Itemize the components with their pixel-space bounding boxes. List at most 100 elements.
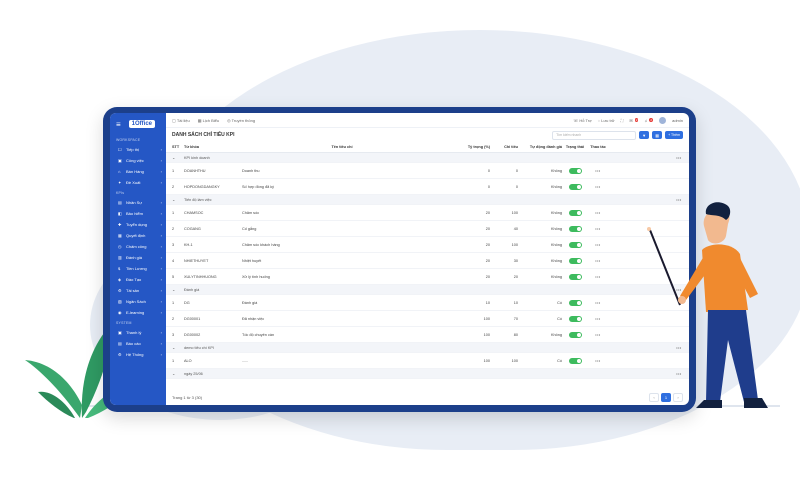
group-row[interactable]: ⌄ KPI kinh doanh ••• [166,153,689,163]
status-toggle[interactable] [568,357,582,364]
sidebar-item[interactable]: ▥ Đánh giá › [110,252,166,263]
cell-keyword: COGANG [184,226,201,231]
user-name[interactable]: admin [672,118,683,123]
group-row[interactable]: ⌄ Đánh giá ••• [166,285,689,295]
status-toggle[interactable] [568,241,582,248]
more-icon[interactable]: ••• [588,227,608,231]
table-row[interactable]: 2 COGANG Cố gắng 20 40 Không ••• [166,221,689,237]
table-row[interactable]: 5 XULYTINHHUONG Xử lý tình huống 20 20 Không •… [166,269,689,285]
group-row[interactable]: ⌄ ngày 25/06 ••• [166,369,689,379]
topbar-calendar-link[interactable]: ▦ Lịch Biểu [198,118,219,123]
topbar-support-link[interactable]: ☏ Hỗ Trợ [573,118,592,123]
more-icon[interactable]: ••• [588,169,608,173]
status-cell [562,273,588,280]
search-input[interactable]: Tìm kiếm nhanh [552,130,637,140]
sidebar: ≡ 1Office WORKSPACE ☐ Tiếp thị › ▣ Công việc… [110,113,166,405]
table-row[interactable]: 1 CHAMSOC Chăm sóc 20 100 Không ••• [166,205,689,221]
more-icon[interactable]: ••• [669,156,689,160]
status-cell [562,241,588,248]
sidebar-item[interactable]: ▤ Báo cáo › [110,338,166,349]
table-row[interactable]: 2 HOPDONGDANGKY Số hợp đồng đã ký 0 0 Không ••… [166,179,689,195]
status-toggle[interactable] [568,257,582,264]
chevron-down-icon[interactable]: ⌄ [166,287,184,292]
topbar-docs-link[interactable]: ▢ Tài liệu [172,118,190,123]
sidebar-item-label: Quyết định [126,233,146,238]
topbar-storage-link[interactable]: ◌ Lưu trữ [598,118,615,123]
group-row[interactable]: ⌄ Tiến độ làm việc ••• [166,195,689,205]
menu-icon[interactable]: ≡ [116,120,121,129]
settings-button[interactable]: ▦ [652,131,663,139]
sidebar-item[interactable]: ◷ Chấm công › [110,241,166,252]
status-toggle[interactable] [568,209,582,216]
table-row[interactable]: 4 NHIETHUYET Nhiệt huyết 20 30 Không ••• [166,253,689,269]
cell-target: 40 [513,226,518,231]
more-icon[interactable]: ••• [588,359,608,363]
more-icon[interactable]: ••• [588,275,608,279]
chevron-down-icon[interactable]: ⌄ [166,345,184,350]
sidebar-item[interactable]: ▣ Công việc › [110,155,166,166]
topbar-media-link[interactable]: ◎ Truyền thông [227,118,255,123]
group-row[interactable]: ⌄ demo tiêu chí KPI ••• [166,343,689,353]
table-row[interactable]: 1 ALO...... 100 100 Có ••• [166,353,689,369]
sidebar-item-label: Hệ Thống [126,352,144,357]
sidebar-item[interactable]: ▤ Nhân Sự › [110,197,166,208]
cell-target: 30 [513,258,518,263]
cell-weight: 100 [483,316,490,321]
status-toggle[interactable] [568,331,582,338]
status-toggle[interactable] [568,299,582,306]
filter-button[interactable]: ▼ [639,131,650,139]
table-row[interactable]: 3 KH-1 Chăm sóc khách hàng 20 100 Không ••• [166,237,689,253]
store-icon: ⌂ [118,169,121,174]
sidebar-item[interactable]: ▧ Ngân Sách › [110,296,166,307]
sidebar-item[interactable]: ✚ Tuyển dụng › [110,219,166,230]
more-icon[interactable]: ••• [588,211,608,215]
cell-auto: Có [557,358,562,363]
more-icon[interactable]: ••• [588,333,608,337]
cell-stt: 5 [172,274,175,279]
app-screen: ≡ 1Office WORKSPACE ☐ Tiếp thị › ▣ Công việc… [110,113,689,405]
sidebar-item[interactable]: ▦ Quyết định › [110,230,166,241]
avatar[interactable] [659,116,667,124]
chevron-down-icon[interactable]: ⌄ [166,371,184,376]
table-row[interactable]: 3 DG00002 Tốc độ chuyên cần 100 80 Không ••• [166,327,689,343]
sidebar-item[interactable]: ⚙ Hệ Thống › [110,349,166,360]
status-toggle[interactable] [568,273,582,280]
sidebar-item[interactable]: ◧ Bảo hiểm › [110,208,166,219]
cell-auto: Có [557,300,562,305]
sidebar-item[interactable]: ✦ Đề Xuất › [110,177,166,188]
more-icon[interactable]: ••• [588,317,608,321]
table-row[interactable]: 2 DG00001 Đã nhận việc 100 70 Có ••• [166,311,689,327]
status-toggle[interactable] [568,225,582,232]
cell-stt: 2 [172,316,175,321]
cell-auto: Không [551,210,562,215]
table-row[interactable]: 1 DOANHTHU Doanh thu 0 0 Không ••• [166,163,689,179]
status-toggle[interactable] [568,167,582,174]
sidebar-item[interactable]: ▣ Thanh lý › [110,327,166,338]
status-toggle[interactable] [568,315,582,322]
status-toggle[interactable] [568,183,582,190]
chevron-down-icon[interactable]: ⌄ [166,155,184,160]
table-body: ⌄ KPI kinh doanh ••• 1 DOANHTHU Doanh thu 0 0 Kh… [166,153,689,379]
sidebar-item[interactable]: ◉ E-learning › [110,307,166,318]
gift-icon: ✦ [118,180,122,185]
chevron-down-icon[interactable]: ⌄ [166,197,184,202]
add-button[interactable]: + Thêm [665,131,683,139]
sidebar-item-label: Tuyển dụng [126,222,147,227]
briefcase-icon: ▣ [118,158,122,163]
more-icon[interactable]: ••• [588,301,608,305]
more-icon[interactable]: ••• [588,259,608,263]
sidebar-item[interactable]: ⚙ Tài sản › [110,285,166,296]
cell-target: 0 [515,184,518,189]
table-row[interactable]: 1 DG Đánh giá 10 10 Có ••• [166,295,689,311]
chat-icon[interactable]: ✉ [629,118,632,123]
cell-name: Doanh thu [242,168,260,173]
sidebar-item[interactable]: ◈ Đào Tạo › [110,274,166,285]
more-icon[interactable]: ••• [588,243,608,247]
sidebar-item[interactable]: ⌂ Bán Hàng › [110,166,166,177]
cell-name: Tốc độ chuyên cần [242,332,275,337]
fullscreen-icon[interactable]: ⛶ [621,118,624,123]
bell-icon[interactable]: ♫ [644,118,647,123]
sidebar-item[interactable]: ☐ Tiếp thị › [110,144,166,155]
more-icon[interactable]: ••• [588,185,608,189]
sidebar-item[interactable]: $ Tiền Lương › [110,263,166,274]
